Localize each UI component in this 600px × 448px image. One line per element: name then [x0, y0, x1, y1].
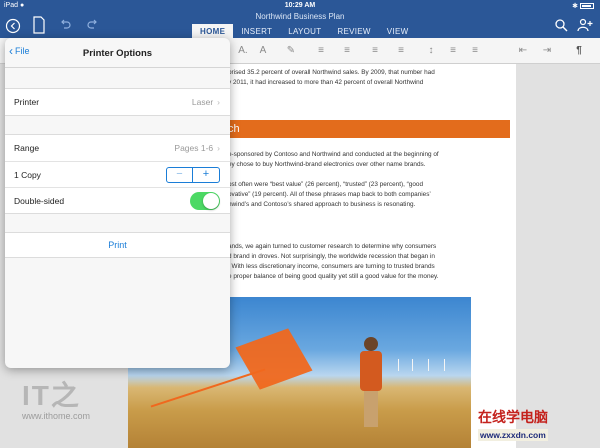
- printer-group: Printer Laser ›: [5, 88, 230, 116]
- copies-row: 1 Copy − +: [5, 161, 230, 187]
- zxxdn-watermark-title: 在线学电脑: [478, 409, 548, 425]
- text-line: [228, 170, 510, 180]
- double-sided-row: Double-sided: [5, 187, 230, 213]
- double-sided-toggle[interactable]: [190, 192, 220, 210]
- tab-view[interactable]: VIEW: [379, 24, 417, 38]
- text-line: . With less discretionary income, consum…: [228, 263, 435, 270]
- add-person-icon[interactable]: [576, 18, 594, 36]
- tab-layout[interactable]: LAYOUT: [280, 24, 329, 38]
- status-time: 10:29 AM: [284, 2, 316, 9]
- text-line: ey chose to buy Northwind-brand electron…: [228, 161, 426, 168]
- paragraph-middle: e-sponsored by Contoso and Northwind and…: [228, 150, 510, 210]
- copies-label: 1 Copy: [14, 170, 41, 180]
- text-line: y 2011, it had increased to more than 42…: [228, 79, 424, 86]
- tab-insert[interactable]: INSERT: [233, 24, 280, 38]
- kite-tail: [150, 368, 266, 408]
- zxxdn-watermark: 在线学电脑 www.zxxdn.com: [478, 405, 598, 445]
- search-icon[interactable]: [552, 18, 570, 36]
- paragraph-bottom: ands, we again turned to customer resear…: [228, 242, 510, 282]
- chevron-right-icon: ›: [217, 97, 220, 107]
- align-right-icon[interactable]: ≡: [368, 44, 382, 58]
- status-right: ✱: [572, 2, 594, 10]
- align-center-icon[interactable]: ≡: [340, 44, 354, 58]
- wind-turbine: [412, 359, 413, 371]
- text-line: hwind’s and Contoso’s shared approach to…: [228, 201, 416, 208]
- numbering-icon[interactable]: ≡: [468, 44, 482, 58]
- bluetooth-icon: ✱: [572, 3, 578, 10]
- kite: [235, 328, 313, 390]
- text-line: ost often were “best value” (26 percent)…: [228, 181, 424, 188]
- align-left-icon[interactable]: ≡: [314, 44, 328, 58]
- child-legs: [364, 391, 378, 427]
- highlight-icon[interactable]: ✎: [284, 44, 298, 58]
- tab-home[interactable]: HOME: [192, 24, 234, 38]
- paragraph-top: prised 35.2 percent of overall Northwind…: [228, 68, 510, 88]
- text-line: e proper balance of being good quality y…: [228, 273, 439, 280]
- double-sided-label: Double-sided: [14, 196, 65, 206]
- redo-icon[interactable]: [84, 18, 102, 36]
- zxxdn-watermark-url: www.zxxdn.com: [478, 429, 548, 441]
- text-line: prised 35.2 percent of overall Northwind…: [228, 69, 435, 76]
- text-line: d brand in droves. Not surprisingly, the…: [228, 253, 435, 260]
- section-heading: ch: [228, 120, 510, 138]
- undo-icon[interactable]: [56, 18, 74, 36]
- font-color-icon[interactable]: A: [256, 44, 270, 58]
- wind-turbine: [444, 359, 445, 371]
- tab-review[interactable]: REVIEW: [329, 24, 378, 38]
- text-line: e-sponsored by Contoso and Northwind and…: [228, 151, 439, 158]
- text-line: ovative” (19 percent). All of these phra…: [228, 191, 431, 198]
- range-value: Pages 1-6 ›: [174, 143, 220, 153]
- wind-turbine: [428, 359, 429, 371]
- printer-label: Printer: [14, 97, 40, 107]
- popover-title: Printer Options: [82, 48, 153, 59]
- battery-icon: [580, 3, 594, 10]
- printer-row[interactable]: Printer Laser ›: [5, 89, 230, 115]
- status-bar: iPad ● 10:29 AM ✱: [0, 0, 600, 12]
- chevron-right-icon: ›: [217, 143, 220, 153]
- print-settings-group: Range Pages 1-6 › 1 Copy − + Double-sided: [5, 134, 230, 214]
- range-label: Range: [14, 143, 40, 153]
- wind-turbine: [398, 359, 399, 371]
- child-body: [360, 351, 382, 391]
- popover-header: ‹ File Printer Options: [5, 38, 230, 68]
- indent-icon[interactable]: ⇥: [540, 44, 554, 58]
- child-figure: [358, 337, 384, 427]
- decrement-button[interactable]: −: [167, 168, 193, 182]
- line-spacing-icon[interactable]: ↕: [424, 44, 438, 58]
- range-row[interactable]: Range Pages 1-6 ›: [5, 135, 230, 161]
- outdent-icon[interactable]: ⇤: [516, 44, 530, 58]
- file-icon[interactable]: [30, 16, 48, 34]
- copies-stepper[interactable]: − +: [166, 167, 220, 183]
- ithome-watermark-logo: IT之: [22, 380, 81, 411]
- justify-icon[interactable]: ≡: [394, 44, 408, 58]
- back-circle-icon[interactable]: [4, 18, 22, 36]
- bullets-icon[interactable]: ≡: [446, 44, 460, 58]
- printer-value: Laser ›: [191, 97, 220, 107]
- font-size-icon[interactable]: A.: [236, 44, 250, 58]
- print-button[interactable]: Print: [5, 232, 230, 258]
- printer-options-popover: ‹ File Printer Options Printer Laser › Ran…: [5, 38, 230, 368]
- title-bar: Northwind Business Plan HOME INSERT LAYO…: [0, 12, 600, 38]
- ithome-watermark-url: www.ithome.com: [22, 411, 91, 421]
- child-head: [364, 337, 378, 351]
- text-line: ands, we again turned to customer resear…: [228, 243, 437, 250]
- ribbon-tabs: HOME INSERT LAYOUT REVIEW VIEW: [192, 24, 416, 38]
- toggle-knob: [203, 193, 219, 209]
- paragraph-mark-icon[interactable]: ¶: [572, 44, 586, 58]
- increment-button[interactable]: +: [193, 168, 219, 182]
